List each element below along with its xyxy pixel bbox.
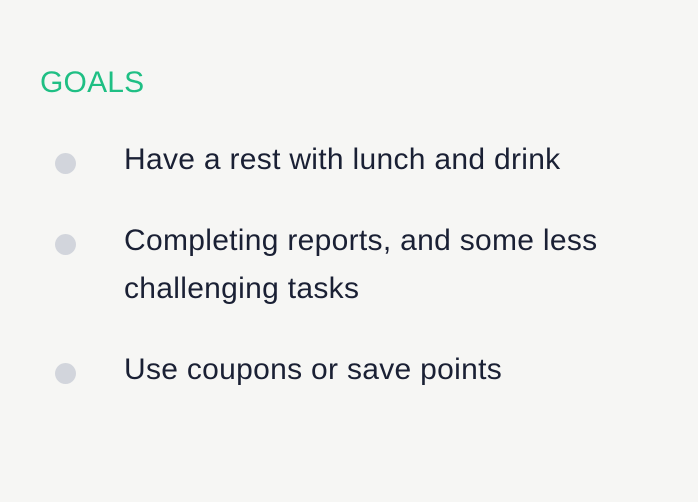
- goals-title: GOALS: [40, 66, 145, 99]
- goal-list: Have a rest with lunch and drink Complet…: [0, 136, 698, 394]
- goal-item: Have a rest with lunch and drink: [0, 136, 600, 184]
- goal-item: Use coupons or save points: [0, 346, 600, 394]
- goal-item-text: Use coupons or save points: [124, 353, 503, 386]
- bullet-dot-icon: [55, 234, 76, 255]
- goal-item: Completing reports, and some less challe…: [0, 217, 600, 313]
- goals-panel: GOALS Have a rest with lunch and drink C…: [0, 0, 698, 502]
- bullet-dot-icon: [55, 153, 76, 174]
- goal-item-text: Completing reports, and some less challe…: [124, 224, 598, 305]
- bullet-dot-icon: [55, 363, 76, 384]
- goal-item-text: Have a rest with lunch and drink: [124, 143, 561, 176]
